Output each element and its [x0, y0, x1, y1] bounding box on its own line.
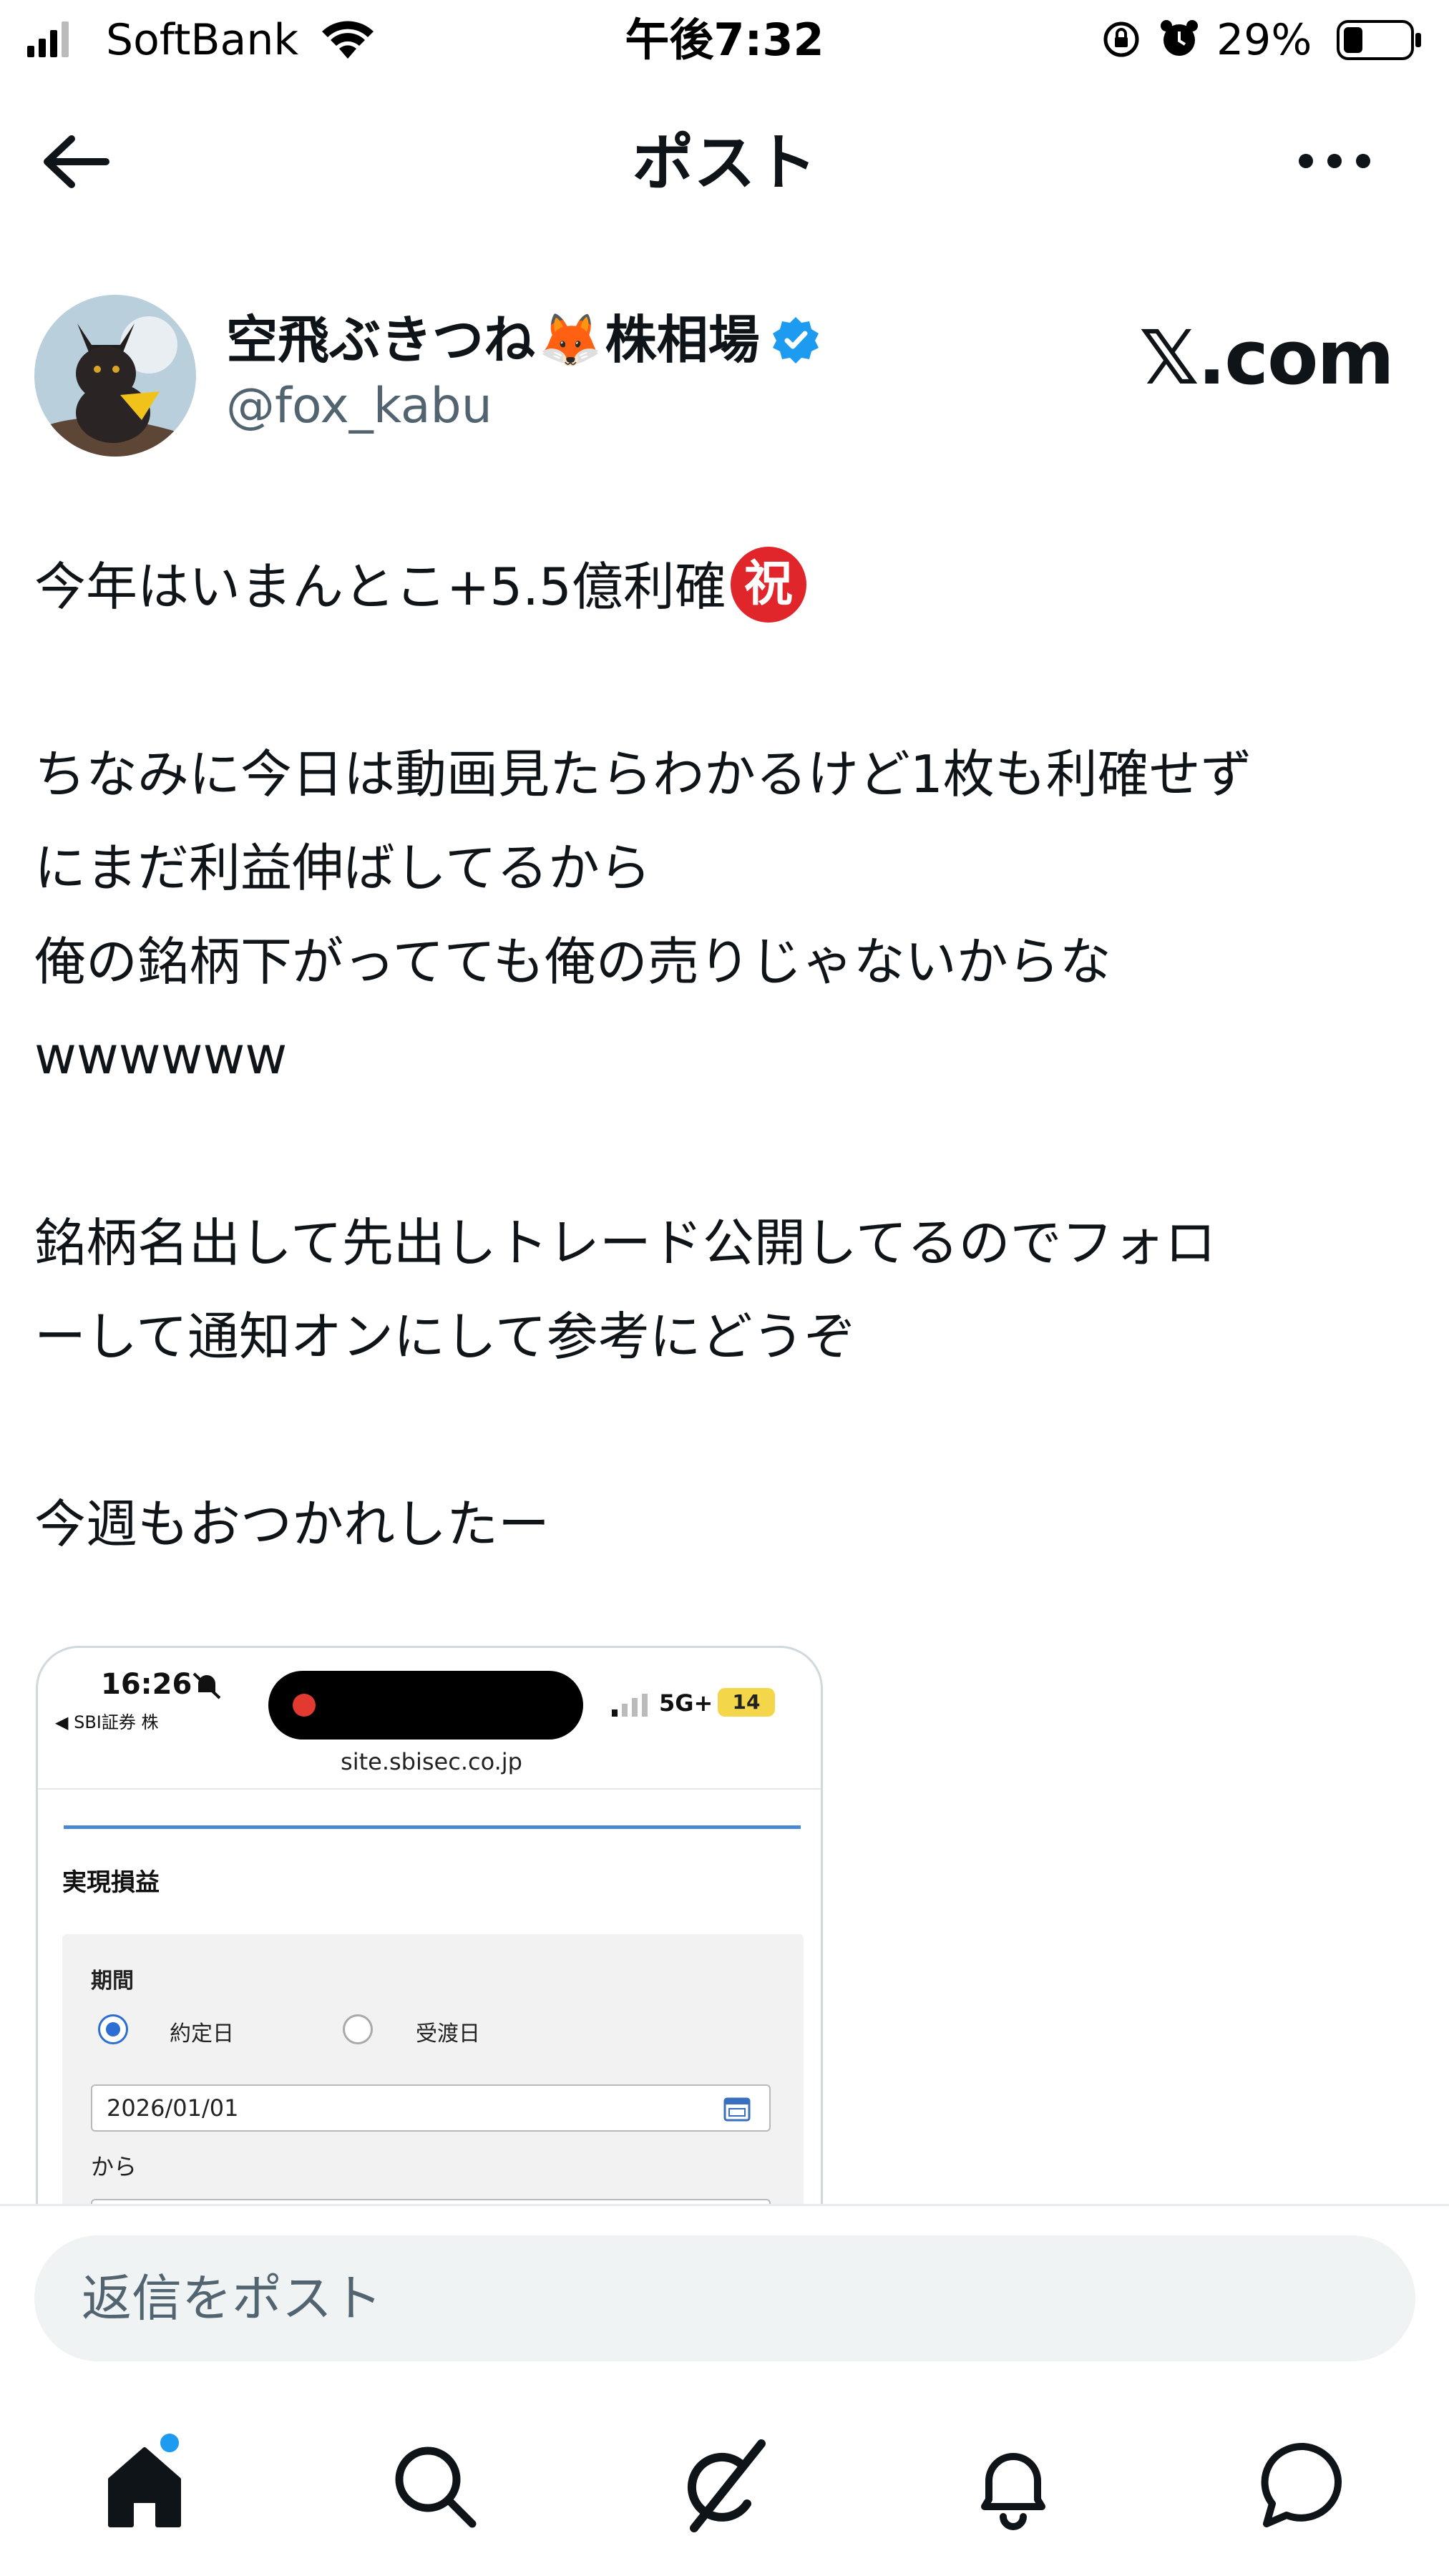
bell-icon [981, 2453, 1045, 2530]
avatar[interactable] [34, 295, 196, 457]
alarm-icon [1161, 20, 1198, 56]
reply-input[interactable] [34, 2235, 1415, 2361]
post-line: 俺の銘柄下がってても俺の売りじゃないからな [34, 932, 1111, 992]
x-watermark: 𝕏.com [1139, 314, 1395, 401]
tab-notifications[interactable] [963, 2435, 1063, 2535]
tab-messages[interactable] [1254, 2435, 1354, 2535]
media-heading: 実現損益 [62, 1868, 160, 1897]
battery-icon [1337, 20, 1421, 60]
chat-icon [1261, 2442, 1342, 2527]
verified-badge-icon [772, 317, 819, 364]
rotation-lock-icon [1103, 21, 1139, 57]
media-radio-label: 受渡日 [416, 2021, 480, 2046]
post-line-text: 今年はいまんとこ+5.5億利確 [34, 557, 726, 617]
post-line: にまだ利益伸ばしてるから [34, 838, 651, 898]
post-line: ちなみに今日は動画見たらわかるけど1枚も利確せず [34, 744, 1252, 804]
calendar-icon [723, 2097, 751, 2122]
media-network: 5G+ [659, 1689, 713, 1717]
media-radio-unselected [343, 2014, 373, 2044]
post-line: wwwwww [34, 1025, 288, 1085]
celebration-emoji-icon: 祝 [730, 547, 806, 623]
media-battery: 14 [718, 1688, 775, 1717]
battery-percent: 29% [1216, 15, 1312, 65]
fox-emoji-icon: 🦊 [538, 310, 602, 370]
post-media-image[interactable]: 16:26 ◀ SBI証券 株 5G+ 14 site.sbisec.co.jp… [36, 1646, 823, 2204]
post-line: 今週もおつかれしたー [34, 1494, 550, 1554]
grok-icon [687, 2439, 766, 2532]
media-signal-icon [612, 1694, 648, 1717]
home-icon [108, 2447, 181, 2527]
media-radio-label: 約定日 [170, 2021, 234, 2046]
tab-bar [0, 2378, 1449, 2576]
media-divider [38, 1788, 821, 1790]
media-panel [62, 1934, 804, 2204]
dynamic-island [268, 1671, 583, 1740]
media-progress-line [64, 1825, 801, 1829]
nav-header: ポスト [0, 107, 1449, 215]
media-radio-selected [98, 2014, 128, 2044]
post-line: 銘柄名出して先出しトレード公開してるのでフォロ [34, 1213, 1216, 1273]
media-back-app: ◀ SBI証券 株 [55, 1712, 159, 1732]
notification-dot [157, 2431, 182, 2455]
post-text: 今年はいまんとこ+5.5億利確祝 ちなみに今日は動画見たらわかるけど1枚も利確せ… [34, 540, 1423, 1571]
post-line: 今年はいまんとこ+5.5億利確祝 [34, 540, 1423, 634]
silent-bell-icon [192, 1672, 221, 1699]
post-line: ーして通知オンにして参考にどうぞ [34, 1307, 856, 1367]
media-clock: 16:26 [101, 1668, 192, 1701]
search-icon [395, 2446, 477, 2528]
fox-avatar-image [34, 295, 196, 457]
author-handle[interactable]: @fox_kabu [226, 378, 492, 435]
author-name[interactable]: 空飛ぶきつね 🦊 株相場 [226, 308, 821, 372]
media-period-label: 期間 [91, 1968, 134, 1994]
media-date-field: 2026/01/01 [91, 2084, 771, 2132]
page-title: ポスト [632, 127, 817, 199]
media-from-label: から [91, 2153, 137, 2180]
status-bar: SoftBank 午後7:32 29% [0, 0, 1449, 79]
tab-home[interactable] [94, 2431, 195, 2535]
more-options-icon[interactable] [1295, 143, 1374, 179]
media-url: site.sbisec.co.jp [341, 1748, 522, 1775]
media-date-field-2 [91, 2199, 771, 2204]
author-name-suffix: 株相場 [605, 310, 760, 370]
tab-grok[interactable] [673, 2435, 773, 2535]
tab-search[interactable] [384, 2435, 484, 2535]
author-name-text: 空飛ぶきつね [226, 310, 536, 370]
